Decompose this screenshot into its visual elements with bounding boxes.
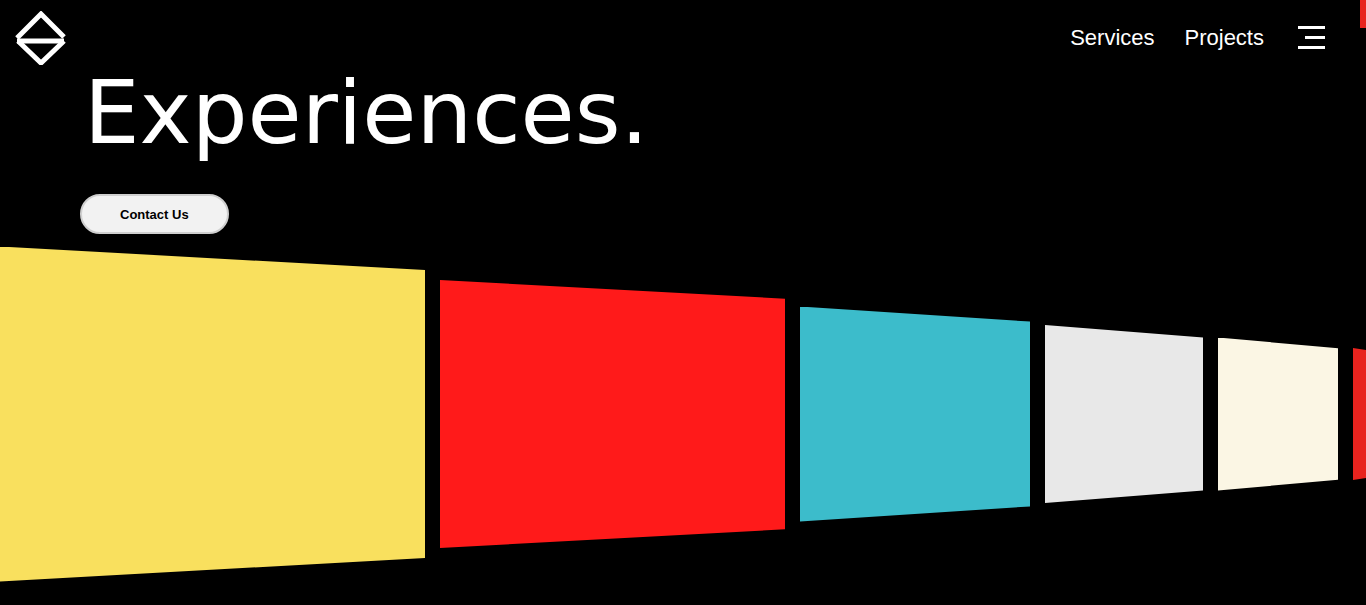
edge-marker: [1360, 0, 1366, 28]
project-card[interactable]: [1045, 325, 1203, 503]
project-card[interactable]: [800, 307, 1030, 522]
header: Services Projects: [0, 0, 1366, 58]
project-card[interactable]: [0, 247, 425, 582]
hero-heading: Experiences.: [80, 58, 649, 168]
project-card[interactable]: [440, 280, 785, 548]
nav-link[interactable]: Services: [1070, 23, 1154, 53]
contact-button[interactable]: Contact Us: [80, 194, 229, 234]
project-carousel[interactable]: [0, 244, 1366, 584]
nav: Services Projects: [1070, 11, 1366, 53]
hero: Experiences. Contact Us: [0, 58, 1366, 234]
nav-link[interactable]: Projects: [1185, 23, 1264, 53]
hamburger-menu-icon[interactable]: [1298, 25, 1326, 51]
logo-arrows-icon[interactable]: [14, 11, 68, 65]
project-card[interactable]: [1218, 338, 1338, 491]
page: Services Projects Experiences. Contact Us: [0, 0, 1366, 605]
project-card[interactable]: [1353, 348, 1366, 480]
